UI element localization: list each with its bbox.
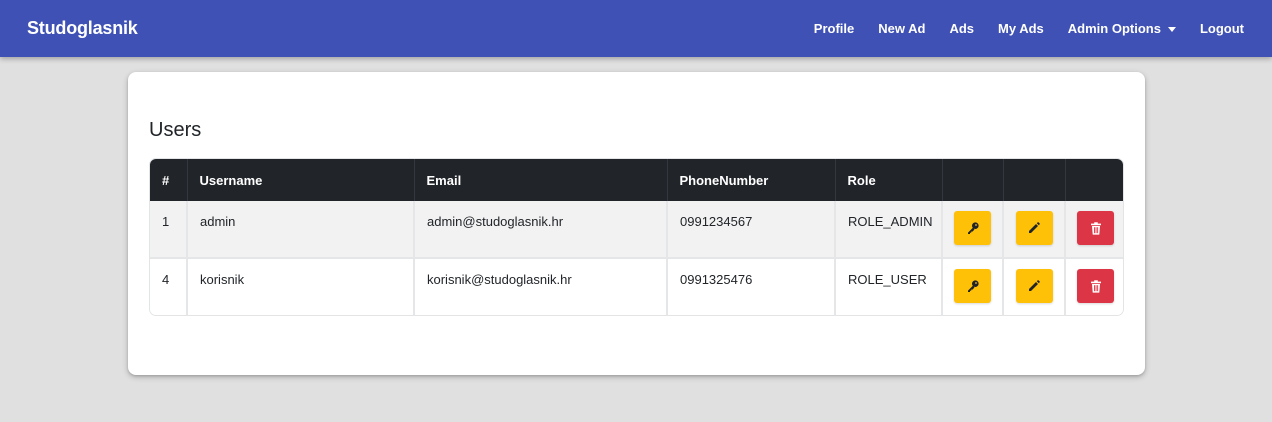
table-row: 1 admin admin@studoglasnik.hr 0991234567… [150,201,1123,258]
cell-role: ROLE_ADMIN [835,201,943,258]
cell-id: 4 [150,257,188,315]
column-header-phone: PhoneNumber [667,159,836,201]
users-card: Users # Username Email PhoneNumber Role [128,72,1145,375]
cell-action-edit [1003,257,1066,315]
key-icon [967,280,979,292]
column-header-action-2 [1003,159,1066,201]
nav-link-ads-label: Ads [949,21,975,36]
table-row: 4 korisnik korisnik@studoglasnik.hr 0991… [150,257,1123,315]
cell-action-key [942,257,1004,315]
nav-link-new-ad[interactable]: New Ad [866,21,937,36]
trash-icon [1090,279,1101,293]
cell-username: admin [187,201,415,258]
trash-icon [1090,221,1101,235]
cell-action-delete [1065,257,1123,315]
cell-phone: 0991234567 [667,201,836,258]
pencil-icon [1029,280,1040,291]
cell-phone: 0991325476 [667,257,836,315]
column-header-role: Role [835,159,943,201]
table-header-row: # Username Email PhoneNumber Role [150,159,1123,201]
nav-link-new-ad-label: New Ad [878,21,926,36]
pencil-icon [1029,222,1040,233]
column-header-number: # [150,159,188,201]
edit-user-button[interactable] [1015,211,1053,245]
column-header-action-3 [1065,159,1123,201]
column-header-action-1 [942,159,1004,201]
delete-user-button[interactable] [1077,269,1114,303]
nav-link-my-ads-label: My Ads [998,21,1044,36]
nav-link-logout-label: Logout [1199,21,1244,36]
users-table: # Username Email PhoneNumber Role 1 admi… [150,159,1123,315]
cell-username: korisnik [187,257,415,315]
users-table-wrapper: # Username Email PhoneNumber Role 1 admi… [149,158,1124,316]
cell-id: 1 [150,201,188,258]
cell-email: korisnik@studoglasnik.hr [414,257,668,315]
nav-link-profile-label: Profile [813,21,855,36]
change-password-button[interactable] [954,269,991,303]
nav-dropdown-admin-options-label: Admin Options [1067,21,1161,36]
change-password-button[interactable] [954,211,991,245]
brand-logo[interactable]: Studoglasnik [27,18,138,39]
nav-link-logout[interactable]: Logout [1188,21,1256,36]
edit-user-button[interactable] [1015,269,1053,303]
cell-role: ROLE_USER [835,257,943,315]
column-header-email: Email [414,159,668,201]
cell-action-key [942,201,1004,258]
cell-email: admin@studoglasnik.hr [414,201,668,258]
column-header-username: Username [187,159,415,201]
nav-link-my-ads[interactable]: My Ads [986,21,1056,36]
navbar: Studoglasnik Profile New Ad Ads My Ads A… [0,0,1272,57]
key-icon [967,222,979,234]
nav-dropdown-admin-options[interactable]: Admin Options [1056,21,1188,36]
page-title: Users [149,119,202,141]
nav-links: Profile New Ad Ads My Ads Admin Options … [814,0,1256,57]
cell-action-edit [1003,201,1066,258]
nav-link-profile[interactable]: Profile [814,21,866,36]
caret-down-icon [1167,27,1176,32]
delete-user-button[interactable] [1077,211,1114,245]
nav-link-ads[interactable]: Ads [937,21,986,36]
cell-action-delete [1065,201,1123,258]
